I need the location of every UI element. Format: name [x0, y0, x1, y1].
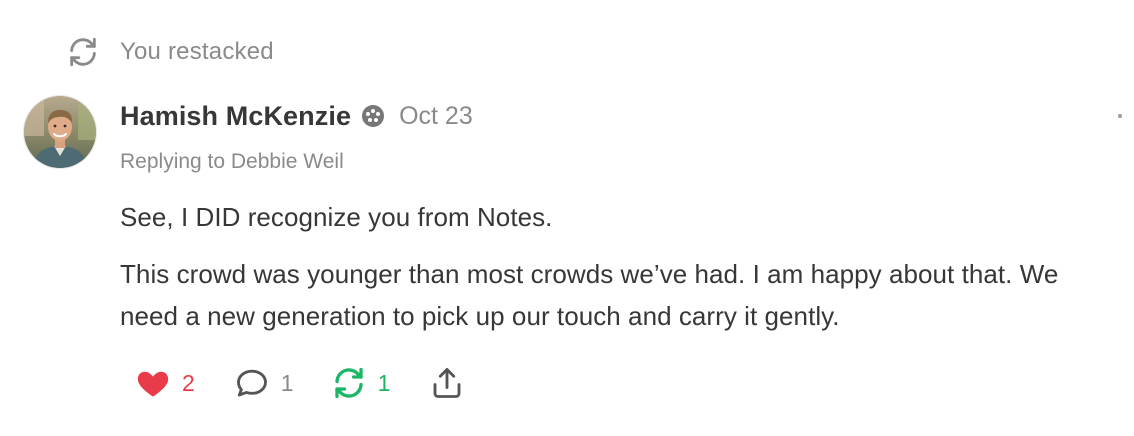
like-count: 2: [182, 369, 195, 396]
like-button[interactable]: 2: [134, 364, 195, 402]
restack-banner: You restacked: [66, 34, 274, 70]
heart-icon: [134, 364, 172, 402]
comment-count: 1: [280, 369, 294, 396]
more-options-icon[interactable]: [1110, 103, 1130, 129]
restack-icon: [330, 364, 368, 402]
restack-banner-label: You restacked: [120, 38, 274, 65]
restack-count: 1: [377, 369, 391, 396]
note-paragraph: This crowd was younger than most crowds …: [120, 259, 1059, 331]
avatar[interactable]: [24, 96, 96, 168]
comment-icon: [233, 364, 271, 402]
replying-to[interactable]: Replying to Debbie Weil: [120, 150, 344, 174]
share-icon: [428, 364, 466, 402]
avatar-photo: [24, 96, 96, 168]
author-name[interactable]: Hamish McKenzie: [120, 101, 351, 132]
share-button[interactable]: [428, 364, 466, 402]
note-body: See, I DID recognize you from Notes. Thi…: [120, 196, 1120, 352]
comment-button[interactable]: 1: [233, 364, 294, 402]
note-date[interactable]: Oct 23: [399, 102, 473, 131]
restack-button[interactable]: 1: [330, 364, 391, 402]
action-bar: 2 1 1: [134, 361, 466, 405]
subscriber-badge-icon: [361, 104, 385, 128]
note-header: Hamish McKenzie Oct 23: [120, 96, 473, 136]
restack-icon: [66, 35, 100, 69]
note-paragraph: See, I DID recognize you from Notes.: [120, 202, 553, 232]
